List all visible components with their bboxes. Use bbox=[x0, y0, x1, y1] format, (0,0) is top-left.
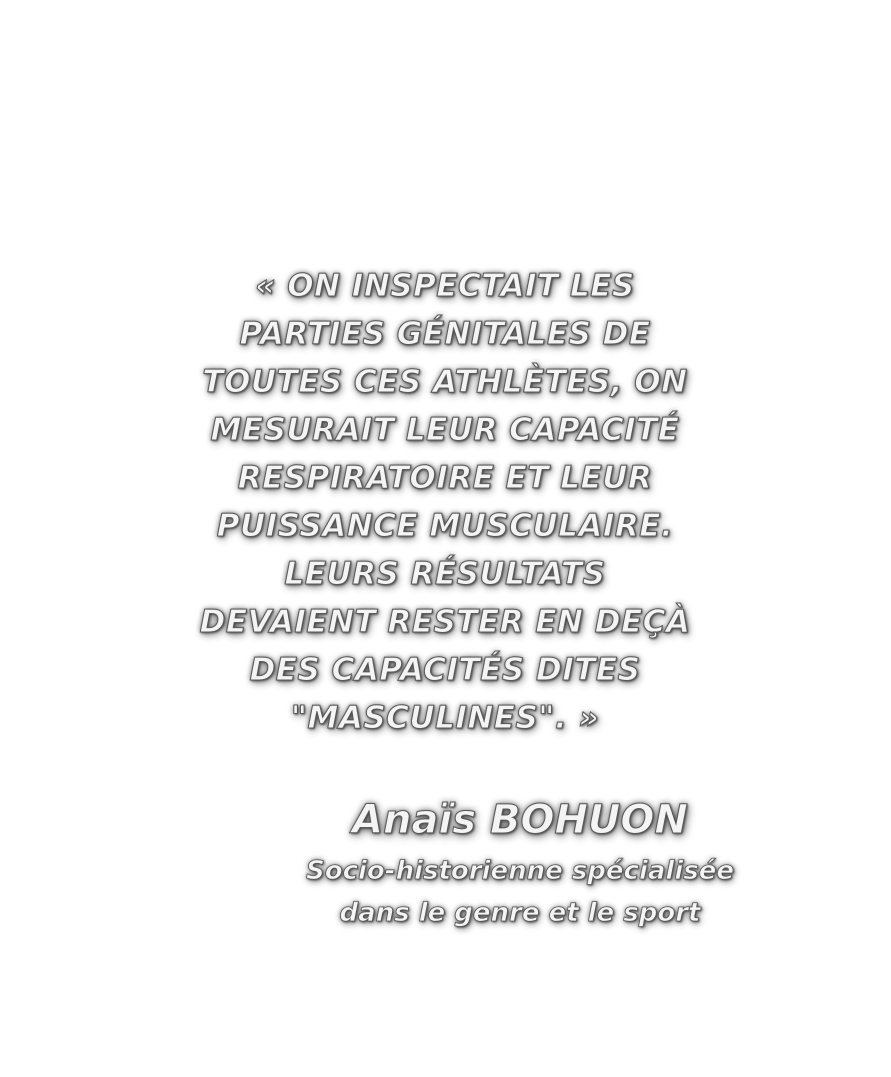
author-role-line-2: dans le genre et le sport bbox=[339, 898, 701, 929]
author-role-line-1: Socio-historienne spécialisée bbox=[306, 856, 735, 887]
quote-line-10: "MASCULINES". » bbox=[290, 700, 600, 737]
quote-block: « ON INSPECTAIT LES PARTIES GÉNITALES DE… bbox=[150, 262, 740, 742]
author-block: Anaïs BOHUON Socio-historienne spécialis… bbox=[250, 790, 790, 934]
author-name: Anaïs BOHUON bbox=[352, 797, 689, 844]
quote-line-3: TOUTES CES ATHLÈTES, ON bbox=[202, 364, 688, 401]
quote-line-2: PARTIES GÉNITALES DE bbox=[239, 316, 651, 353]
quote-line-8: DEVAIENT RESTER EN DEÇÀ bbox=[199, 604, 691, 641]
quote-line-5: RESPIRATOIRE ET LEUR bbox=[237, 460, 653, 497]
quote-line-9: DES CAPACITÉS DITES bbox=[249, 652, 641, 689]
quote-line-7: LEURS RÉSULTATS bbox=[284, 556, 606, 593]
quote-line-4: MESURAIT LEUR CAPACITÉ bbox=[210, 412, 680, 449]
quote-line-1: « ON INSPECTAIT LES bbox=[255, 268, 635, 305]
quote-line-6: PUISSANCE MUSCULAIRE. bbox=[216, 508, 674, 545]
